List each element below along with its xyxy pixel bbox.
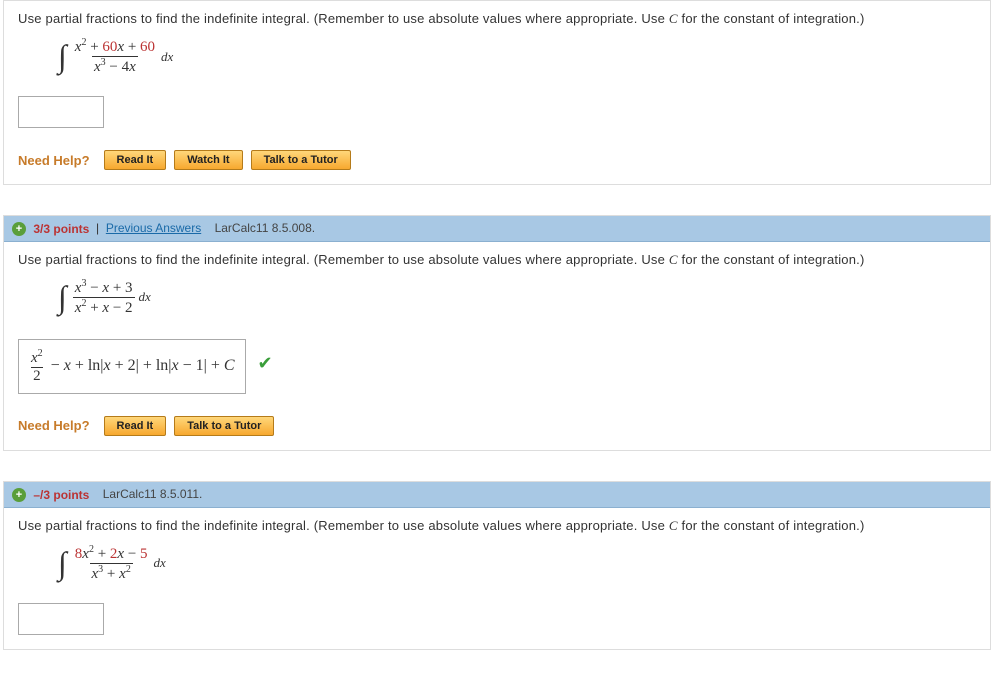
question-prompt: Use partial fractions to find the indefi… (18, 11, 976, 27)
dx: dx (154, 555, 166, 571)
question-panel-1: Use partial fractions to find the indefi… (3, 0, 991, 185)
previous-answers-link[interactable]: Previous Answers (106, 221, 201, 235)
question-panel-3: + –/3 points LarCalc11 8.5.011. Use part… (3, 481, 991, 650)
question-body: Use partial fractions to find the indefi… (4, 242, 990, 450)
question-body: Use partial fractions to find the indefi… (4, 1, 990, 184)
prompt-c-var: C (669, 518, 678, 533)
prompt-text-b: for the constant of integration.) (678, 252, 865, 267)
fraction: x3 − x + 3 x2 + x − 2 (73, 278, 135, 317)
need-help-label: Need Help? (18, 418, 90, 433)
denominator: x2 + x − 2 (73, 297, 135, 317)
numerator: x2 + 60x + 60 (73, 37, 157, 56)
assignment-ref: LarCalc11 8.5.011. (103, 487, 203, 501)
dx: dx (139, 289, 151, 305)
numerator: 8x2 + 2x − 5 (73, 544, 150, 563)
coef: 5 (140, 546, 148, 562)
need-help-label: Need Help? (18, 153, 90, 168)
integral-icon: ∫ (58, 38, 67, 75)
points-text: 3/3 points (33, 222, 89, 236)
talk-tutor-button[interactable]: Talk to a Tutor (251, 150, 351, 170)
need-help-row: Need Help? Read It Talk to a Tutor (18, 416, 976, 436)
divider: | (93, 221, 106, 235)
read-it-button[interactable]: Read It (104, 150, 167, 170)
fraction: x2 + 60x + 60 x3 − 4x (73, 37, 157, 76)
integral-icon: ∫ (58, 279, 67, 316)
spacer (205, 221, 212, 235)
talk-tutor-button[interactable]: Talk to a Tutor (174, 416, 274, 436)
expand-icon[interactable]: + (12, 222, 26, 236)
coef: 60 (140, 39, 155, 55)
denominator: x3 − 4x (92, 56, 138, 76)
denominator: x3 + x2 (90, 563, 133, 583)
prompt-text-b: for the constant of integration.) (678, 518, 865, 533)
prompt-c-var: C (669, 11, 678, 26)
answer-input[interactable] (18, 603, 104, 635)
dx: dx (161, 49, 173, 65)
points-text: –/3 points (33, 488, 89, 502)
prompt-text-a: Use partial fractions to find the indefi… (18, 11, 669, 26)
fraction: 8x2 + 2x − 5 x3 + x2 (73, 544, 150, 583)
read-it-button[interactable]: Read It (104, 416, 167, 436)
assignment-ref: LarCalc11 8.5.008. (215, 221, 316, 235)
question-prompt: Use partial fractions to find the indefi… (18, 518, 976, 534)
watch-it-button[interactable]: Watch It (174, 150, 242, 170)
prompt-c-var: C (669, 252, 678, 267)
integral-expression: ∫ x2 + 60x + 60 x3 − 4x dx (58, 37, 976, 76)
numerator: x3 − x + 3 (73, 278, 135, 297)
check-icon: ✔ (258, 353, 273, 374)
question-body: Use partial fractions to find the indefi… (4, 508, 990, 649)
expand-icon[interactable]: + (12, 488, 26, 502)
prompt-text-b: for the constant of integration.) (678, 11, 865, 26)
spacer (93, 487, 100, 501)
question-prompt: Use partial fractions to find the indefi… (18, 252, 976, 268)
coef: 60 (102, 39, 117, 55)
integral-expression: ∫ 8x2 + 2x − 5 x3 + x2 dx (58, 544, 976, 583)
prompt-text-a: Use partial fractions to find the indefi… (18, 518, 669, 533)
points-bar: + 3/3 points | Previous Answers LarCalc1… (4, 216, 990, 242)
integral-icon: ∫ (58, 545, 67, 582)
integral-expression: ∫ x3 − x + 3 x2 + x − 2 dx (58, 278, 976, 317)
points-bar: + –/3 points LarCalc11 8.5.011. (4, 482, 990, 508)
answer-display: x2 2 − x + ln|x + 2| + ln|x − 1| + C (18, 339, 246, 394)
answer-input[interactable] (18, 96, 104, 128)
need-help-row: Need Help? Read It Watch It Talk to a Tu… (18, 150, 976, 170)
question-panel-2: + 3/3 points | Previous Answers LarCalc1… (3, 215, 991, 451)
answer-tail: − x + ln|x + 2| + ln|x − 1| + C (47, 357, 235, 375)
prompt-text-a: Use partial fractions to find the indefi… (18, 252, 669, 267)
